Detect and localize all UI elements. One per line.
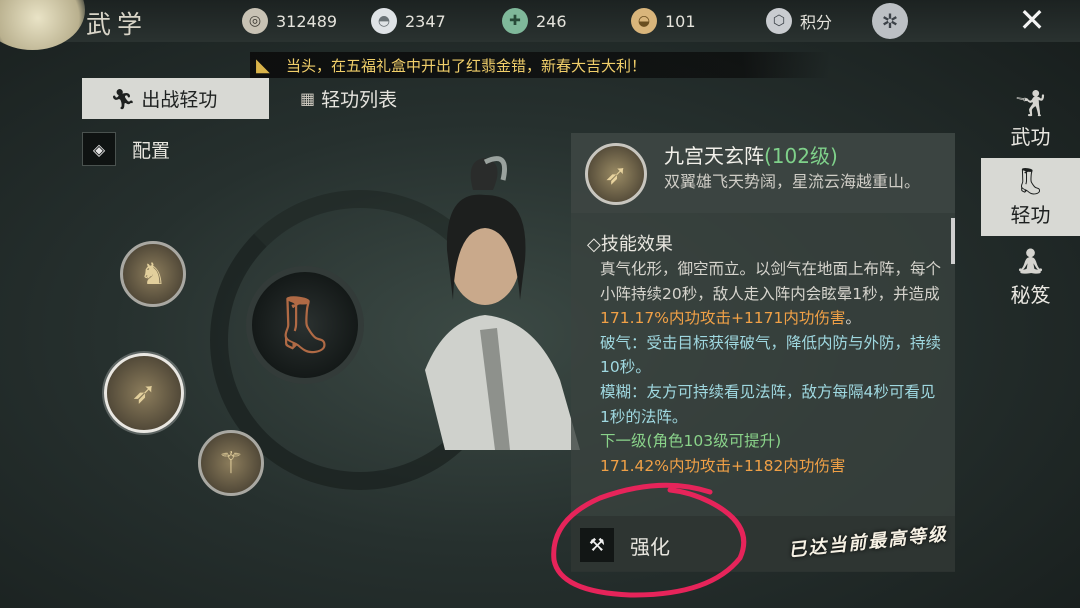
next-level-damage: 171.42%内功攻击+1182内功伤害 [600, 456, 846, 475]
currency-gold[interactable]: ◒ 101 [631, 8, 696, 34]
close-button[interactable]: ✕ [1006, 0, 1058, 40]
skill-figure-icon: ♞ [139, 256, 167, 292]
config-label: 配置 [132, 139, 171, 162]
meditation-icon: 🧘︎ [1013, 246, 1047, 277]
page-title: 武学 [86, 10, 149, 39]
skill-slot-1[interactable]: ♞ [120, 241, 186, 307]
currency-jade-ticket[interactable]: ✚ 246 [502, 8, 567, 34]
effect-section-title: ◇技能效果 [587, 234, 673, 255]
skill-slot-3[interactable]: ⚚ [198, 430, 264, 496]
skill-name: 九宫天玄阵(102级) [664, 140, 838, 169]
nav-secret-manual[interactable]: 🧘︎ 秘笈 [981, 238, 1080, 316]
running-figure-icon: 🏃︎ [110, 86, 136, 111]
skill-name-text: 九宫天玄阵 [664, 144, 764, 168]
close-icon: ✕ [1018, 1, 1046, 39]
effect-line-break-qi: 破气：受击目标获得破气，降低内防与外防，持续10秒。 [600, 333, 942, 377]
currency-value: 312489 [276, 11, 338, 31]
currency-value: 101 [665, 11, 696, 31]
red-circle-annotation [551, 482, 747, 598]
tab-battle-qinggong[interactable]: 🏃︎ 出战轻功 [82, 78, 269, 119]
nav-label: 秘笈 [1010, 282, 1051, 307]
equipped-skill-boot[interactable]: 👢︎ [246, 266, 364, 384]
skill-emblem-icon: ➶ [585, 143, 647, 205]
tab-qinggong-list[interactable]: ▦ 轻功列表 [290, 78, 480, 119]
next-level-label: 下一级(角色103级可提升) [600, 432, 782, 451]
skill-slot-2-selected[interactable]: ➶ [104, 353, 184, 433]
nav-qinggong[interactable]: 👢︎ 轻功 [981, 158, 1080, 236]
points-button[interactable]: ⬡ 积分 [766, 8, 832, 34]
skill-motto: 双翼雄飞天势阔，星流云海越重山。 [664, 172, 921, 191]
gold-ingot-icon: ◒ [631, 8, 657, 34]
marquee-text: 当头，在五福礼盒中开出了红翡金错，新春大吉大利！ [286, 56, 647, 75]
moon-decoration [0, 0, 85, 50]
boot-icon: 👢︎ [1013, 166, 1047, 197]
jade-ticket-icon: ✚ [502, 8, 528, 34]
config-button[interactable]: ◈ 配置 [82, 132, 192, 166]
currency-value: 246 [536, 11, 567, 31]
tab-label: 轻功列表 [321, 89, 398, 111]
effect-description[interactable]: 真气化形，御空而立。以剑气在地面上布阵，每个小阵持续20秒，敌人走入阵内会眩晕1… [600, 257, 945, 478]
boot-icon: 👢︎ [269, 293, 341, 358]
tab-label: 出战轻功 [141, 89, 218, 111]
martial-figure-icon: 🤺︎ [1013, 88, 1047, 119]
flying-crane-icon: ➶ [131, 375, 157, 411]
effect-line-blur: 模糊：友方可持续看见法阵，敌方每隔4秒可看见1秒的法阵。 [600, 382, 936, 426]
currency-silver[interactable]: ◓ 2347 [371, 8, 446, 34]
coin-icon: ◎ [242, 8, 268, 34]
silver-ingot-icon: ◓ [371, 8, 397, 34]
currency-value: 2347 [405, 11, 446, 31]
points-label: 积分 [800, 13, 833, 32]
leaping-figure-icon: ⚚ [217, 445, 245, 481]
damage-value: 171.17%内功攻击+1171内功伤害 [600, 309, 846, 328]
currency-coin[interactable]: ◎ 312489 [242, 8, 337, 34]
list-bubble-icon: ▦ [300, 89, 316, 108]
settings-gear-icon[interactable]: ✲ [872, 3, 908, 39]
nav-label: 轻功 [1010, 202, 1051, 227]
horn-icon: ◣ [256, 54, 270, 76]
announcement-marquee: ◣ 当头，在五福礼盒中开出了红翡金错，新春大吉大利！ [250, 52, 830, 78]
nav-label: 武功 [1010, 124, 1051, 149]
character-portrait [425, 156, 580, 450]
effect-line-main: 真气化形，御空而立。以剑气在地面上布阵，每个小阵持续20秒，敌人走入阵内会眩晕1… [600, 260, 942, 328]
skill-level: (102级) [764, 144, 838, 168]
config-icon: ◈ [82, 132, 116, 166]
points-shield-icon: ⬡ [766, 8, 792, 34]
scrollbar-thumb[interactable] [951, 218, 955, 264]
nav-martial-arts[interactable]: 🤺︎ 武功 [981, 80, 1080, 158]
